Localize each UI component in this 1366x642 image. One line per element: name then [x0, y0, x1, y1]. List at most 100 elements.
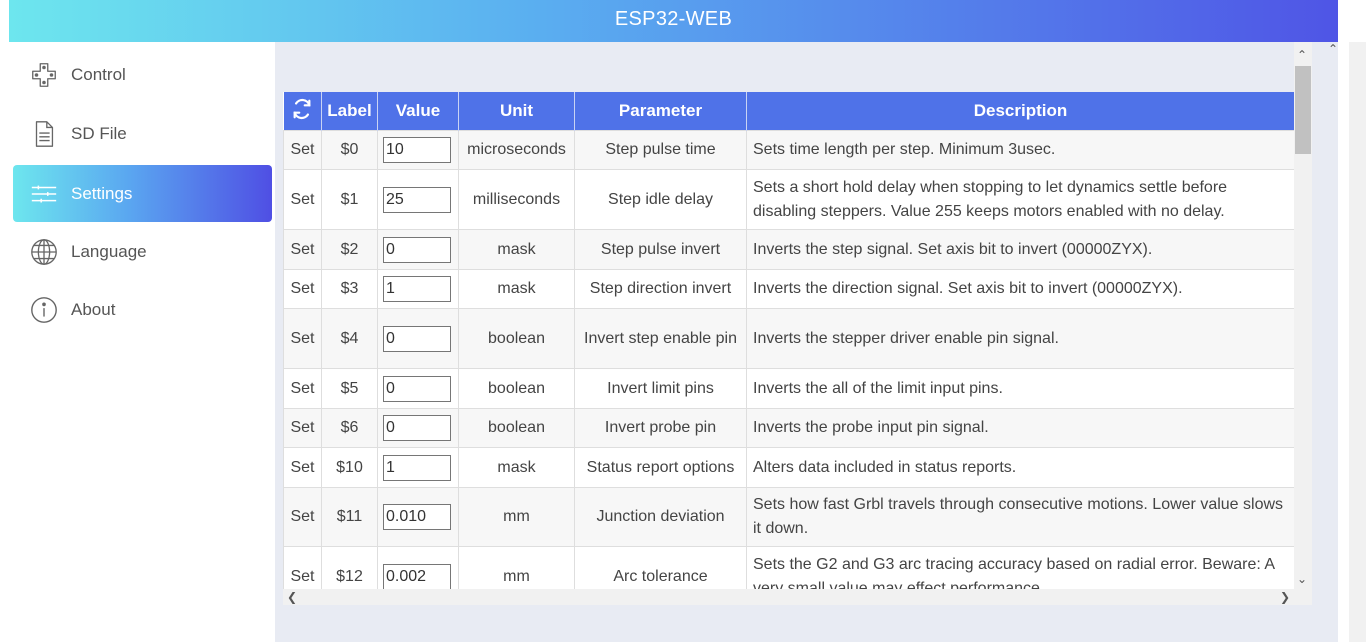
- sliders-icon: [28, 178, 60, 210]
- table-vertical-scrollbar[interactable]: ⌃ ⌄: [1294, 42, 1312, 605]
- table-row: Set $2 mask Step pulse invert Inverts th…: [283, 229, 1294, 270]
- set-button[interactable]: Set: [283, 308, 322, 369]
- setting-label: $2: [321, 229, 378, 270]
- setting-label: $3: [321, 269, 378, 309]
- parameter-cell: Status report options: [574, 447, 747, 488]
- unit-cell: boolean: [458, 408, 575, 448]
- app-title: ESP32-WEB: [614, 8, 733, 30]
- set-button[interactable]: Set: [283, 130, 322, 170]
- sidebar-item-label: Control: [71, 64, 126, 84]
- sidebar: Control SD File Settings Language About: [9, 42, 275, 642]
- setting-label: $10: [321, 447, 378, 488]
- settings-table: Label Value Unit Parameter Description S…: [283, 92, 1294, 589]
- info-icon: [28, 294, 60, 326]
- page-vertical-scrollbar[interactable]: ⌃: [1328, 42, 1366, 642]
- app-header: ESP32-WEB: [9, 0, 1338, 42]
- value-input[interactable]: [383, 137, 451, 163]
- value-input[interactable]: [383, 415, 451, 441]
- page-scroll-up-icon[interactable]: ⌃: [1328, 42, 1338, 56]
- parameter-cell: Invert probe pin: [574, 408, 747, 448]
- value-input[interactable]: [383, 236, 451, 263]
- scroll-down-icon[interactable]: ⌄: [1297, 572, 1307, 586]
- refresh-button[interactable]: [283, 92, 322, 131]
- unit-cell: mask: [458, 447, 575, 488]
- value-input[interactable]: [383, 563, 451, 589]
- unit-cell: boolean: [458, 308, 575, 369]
- settings-table-container: Label Value Unit Parameter Description S…: [283, 92, 1294, 589]
- unit-cell: mask: [458, 269, 575, 309]
- set-button[interactable]: Set: [283, 229, 322, 270]
- unit-cell: boolean: [458, 368, 575, 409]
- main-content: Label Value Unit Parameter Description S…: [275, 42, 1338, 642]
- setting-label: $0: [321, 130, 378, 170]
- unit-cell: mm: [458, 487, 575, 547]
- table-row: Set $6 boolean Invert probe pin Inverts …: [283, 408, 1294, 448]
- setting-label: $5: [321, 368, 378, 409]
- description-cell: Inverts the stepper driver enable pin si…: [746, 308, 1294, 369]
- column-header: Description: [746, 92, 1294, 131]
- parameter-cell: Step idle delay: [574, 169, 747, 230]
- scroll-right-icon[interactable]: ❯: [1280, 589, 1290, 605]
- scroll-up-icon[interactable]: ⌃: [1297, 48, 1307, 62]
- set-button[interactable]: Set: [283, 169, 322, 230]
- file-icon: [28, 118, 60, 150]
- sidebar-item-control[interactable]: Control: [13, 46, 272, 103]
- parameter-cell: Invert limit pins: [574, 368, 747, 409]
- description-cell: Alters data included in status reports.: [746, 447, 1294, 488]
- sidebar-item-about[interactable]: About: [13, 281, 272, 338]
- setting-label: $4: [321, 308, 378, 369]
- setting-label: $12: [321, 546, 378, 589]
- horizontal-scrollbar[interactable]: ❮ ❯: [283, 589, 1294, 605]
- sidebar-item-label: Language: [71, 241, 147, 261]
- description-cell: Sets a short hold delay when stopping to…: [746, 169, 1294, 230]
- set-button[interactable]: Set: [283, 487, 322, 547]
- set-button[interactable]: Set: [283, 408, 322, 448]
- set-button[interactable]: Set: [283, 546, 322, 589]
- parameter-cell: Step pulse time: [574, 130, 747, 170]
- table-header-row: Label Value Unit Parameter Description: [283, 92, 1294, 131]
- unit-cell: milliseconds: [458, 169, 575, 230]
- description-cell: Inverts the step signal. Set axis bit to…: [746, 229, 1294, 270]
- setting-label: $11: [321, 487, 378, 547]
- set-button[interactable]: Set: [283, 269, 322, 309]
- column-header: Parameter: [574, 92, 747, 131]
- sidebar-item-label: Settings: [71, 183, 133, 203]
- scrollbar-thumb[interactable]: [1295, 66, 1311, 154]
- table-row: Set $0 microseconds Step pulse time Sets…: [283, 130, 1294, 170]
- sidebar-item-label: About: [71, 299, 116, 319]
- column-header: Label: [321, 92, 378, 131]
- value-input[interactable]: [383, 325, 451, 352]
- parameter-cell: Step pulse invert: [574, 229, 747, 270]
- value-input[interactable]: [383, 186, 451, 213]
- parameter-cell: Junction deviation: [574, 487, 747, 547]
- unit-cell: microseconds: [458, 130, 575, 170]
- scrollbar-track[interactable]: [1349, 42, 1366, 642]
- column-header: Unit: [458, 92, 575, 131]
- value-input[interactable]: [383, 504, 451, 530]
- scroll-left-icon[interactable]: ❮: [287, 589, 297, 605]
- sidebar-item-label: SD File: [71, 123, 127, 143]
- table-row: Set $3 mask Step direction invert Invert…: [283, 269, 1294, 309]
- value-input[interactable]: [383, 454, 451, 481]
- description-cell: Sets the G2 and G3 arc tracing accuracy …: [746, 546, 1294, 589]
- sidebar-item-settings[interactable]: Settings: [13, 165, 272, 222]
- unit-cell: mask: [458, 229, 575, 270]
- set-button[interactable]: Set: [283, 368, 322, 409]
- value-input[interactable]: [383, 375, 451, 402]
- sidebar-item-language[interactable]: Language: [13, 223, 272, 280]
- refresh-icon: [293, 98, 311, 119]
- sidebar-item-sd-file[interactable]: SD File: [13, 105, 272, 162]
- value-input[interactable]: [383, 276, 451, 302]
- table-row: Set $12 mm Arc tolerance Sets the G2 and…: [283, 546, 1294, 589]
- parameter-cell: Arc tolerance: [574, 546, 747, 589]
- description-cell: Inverts the direction signal. Set axis b…: [746, 269, 1294, 309]
- unit-cell: mm: [458, 546, 575, 589]
- description-cell: Sets time length per step. Minimum 3usec…: [746, 130, 1294, 170]
- column-header: Value: [377, 92, 459, 131]
- table-row: Set $1 milliseconds Step idle delay Sets…: [283, 169, 1294, 230]
- set-button[interactable]: Set: [283, 447, 322, 488]
- globe-icon: [28, 236, 60, 268]
- table-row: Set $4 boolean Invert step enable pin In…: [283, 308, 1294, 369]
- parameter-cell: Invert step enable pin: [574, 308, 747, 369]
- gamepad-icon: [28, 59, 60, 91]
